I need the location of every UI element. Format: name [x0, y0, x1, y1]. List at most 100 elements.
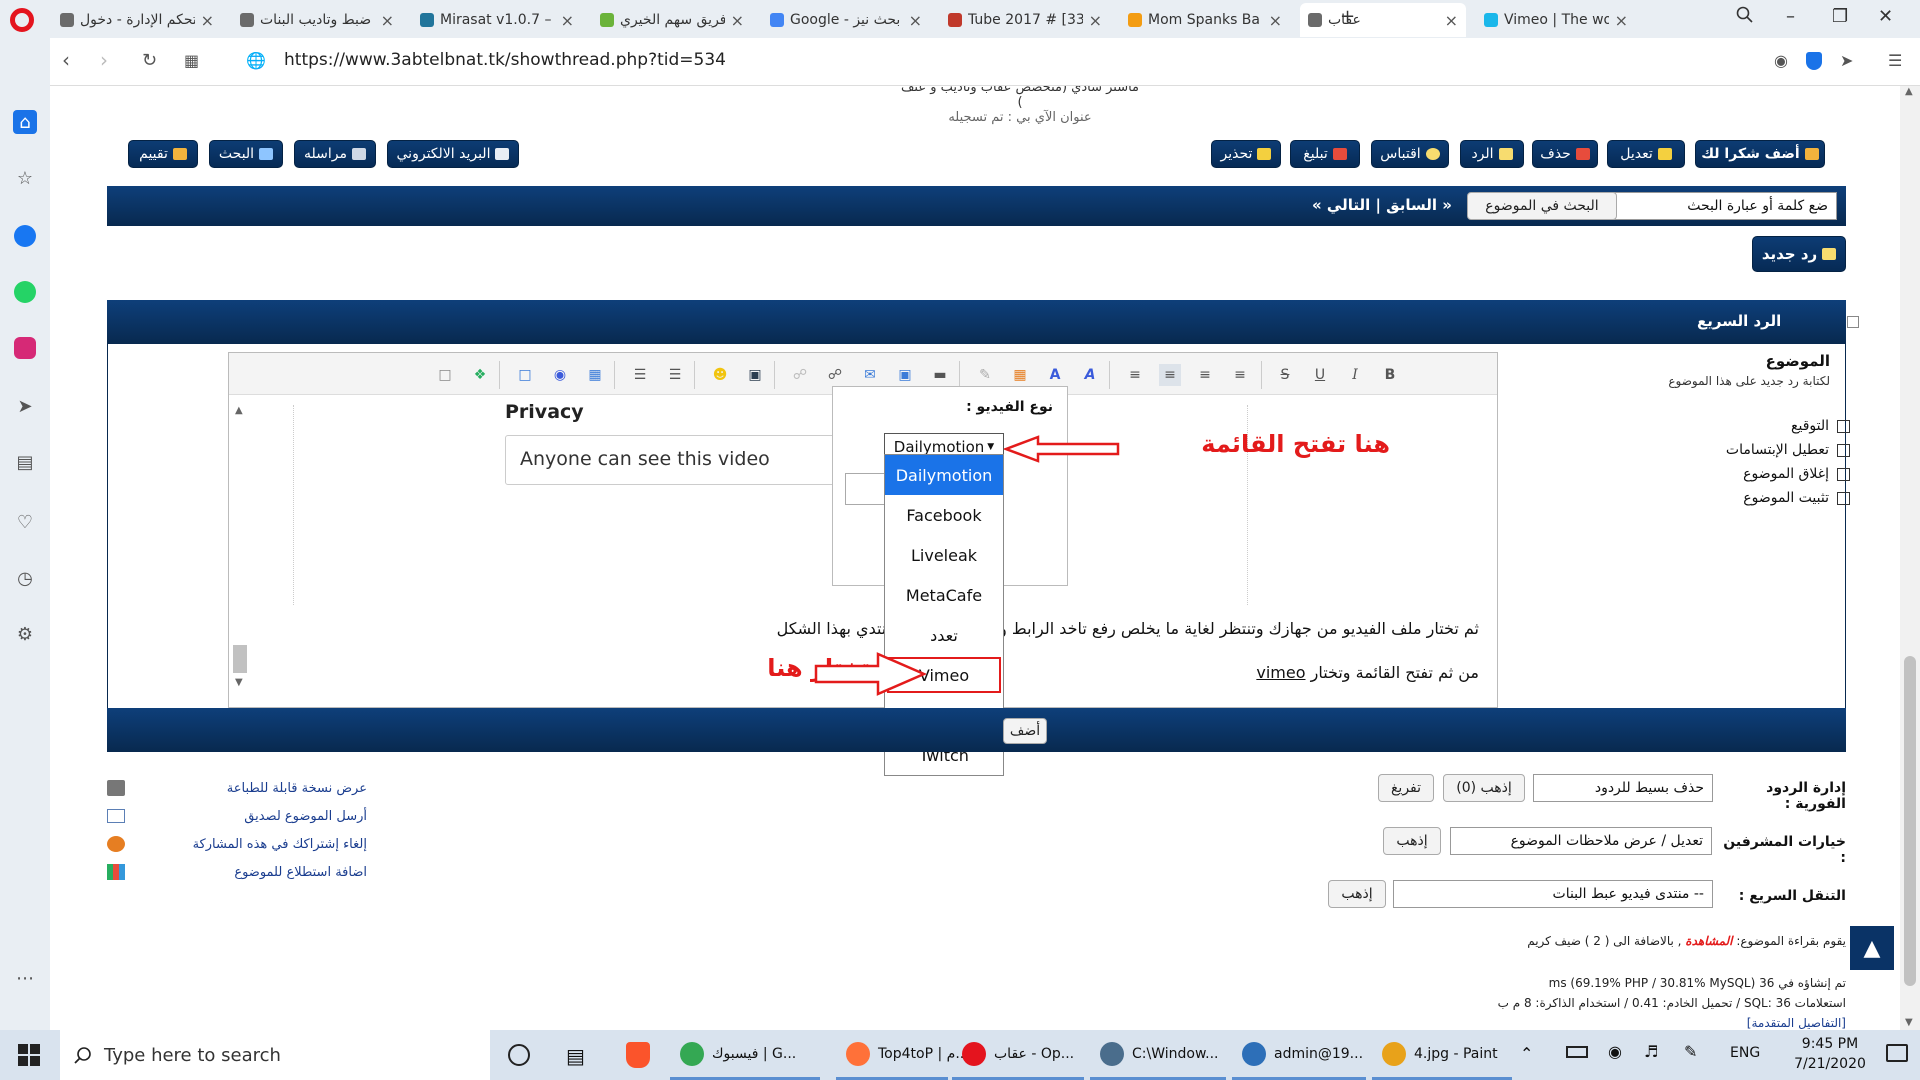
option-liveleak[interactable]: Liveleak — [885, 535, 1003, 575]
option-signature[interactable]: التوقيع — [1620, 414, 1850, 438]
rate-button[interactable]: تقييم — [128, 140, 198, 168]
pen-icon[interactable]: ✎ — [1684, 1042, 1697, 1061]
more-icon[interactable]: ⋯ — [13, 966, 37, 990]
shield-icon[interactable] — [1806, 51, 1822, 75]
tab-close-icon[interactable]: × — [1089, 11, 1102, 30]
email-button[interactable]: البريد الالكتروني — [387, 140, 519, 168]
tab-grid-icon[interactable]: ▦ — [184, 51, 199, 70]
site-info-icon[interactable]: 🌐 — [246, 51, 266, 70]
send-to-friend-link[interactable]: أرسل الموضوع لصديق — [107, 802, 367, 830]
php-icon[interactable]: ◉ — [549, 364, 571, 386]
message-button[interactable]: مراسله — [294, 140, 376, 168]
clear-button[interactable]: تفريغ — [1378, 774, 1434, 802]
tab-close-icon[interactable]: × — [731, 11, 744, 30]
whatsapp-icon[interactable] — [13, 280, 37, 304]
tab-close-icon[interactable]: × — [1445, 11, 1458, 30]
editor-scrollbar[interactable]: ▲ ▼ — [233, 405, 247, 695]
search-tabs-icon[interactable] — [1736, 6, 1754, 29]
instagram-icon[interactable] — [13, 336, 37, 360]
bullet-list-icon[interactable]: ☰ — [664, 364, 686, 386]
send-icon[interactable]: ➤ — [13, 394, 37, 418]
star-icon[interactable]: ☆ — [13, 166, 37, 190]
option-metacafe[interactable]: MetaCafe — [885, 575, 1003, 615]
video-icon[interactable]: ▣ — [744, 364, 766, 386]
page-scrollbar[interactable]: ▲ ▼ — [1900, 86, 1920, 1030]
underline-icon[interactable]: U — [1309, 364, 1331, 386]
prev-next-nav[interactable]: « السابق | التالي » — [1312, 196, 1452, 214]
reload-icon[interactable]: ↻ — [142, 50, 157, 71]
tab-close-icon[interactable]: × — [561, 11, 574, 30]
browser-tab[interactable]: لوحة تحكم الإدارة - دخول × — [52, 3, 222, 37]
option-disable-smilies[interactable]: تعطيل الإبتسامات — [1620, 438, 1850, 462]
align-left-icon[interactable]: ≡ — [1124, 364, 1146, 386]
new-tab-icon[interactable]: + — [1340, 6, 1355, 27]
unsubscribe-link[interactable]: إلغاء إشتراكك في هذه المشاركة — [107, 830, 367, 858]
share-icon[interactable]: ➤ — [1840, 51, 1853, 70]
taskbar-app[interactable]: فيسبوك | G... — [670, 1030, 820, 1080]
restore-icon[interactable]: ❐ — [1832, 6, 1848, 27]
clock[interactable]: 9:45 PM 7/21/2020 — [1790, 1034, 1870, 1074]
image-icon[interactable]: ▣ — [894, 364, 916, 386]
browser-tab[interactable]: Mirasat v1.0.7 – i × — [412, 3, 582, 37]
align-justify-icon[interactable]: ≡ — [1229, 364, 1251, 386]
back-icon[interactable]: ‹ — [62, 48, 70, 72]
warn-button[interactable]: تحذير — [1211, 140, 1281, 168]
option-close-thread[interactable]: إغلاق الموضوع — [1620, 462, 1850, 486]
color-palette-icon[interactable]: ▦ — [1009, 364, 1031, 386]
option-multiple[interactable]: تعدد — [885, 615, 1003, 655]
option-facebook[interactable]: Facebook — [885, 495, 1003, 535]
taskbar-app[interactable]: عقاب - Op... — [952, 1030, 1084, 1080]
taskbar-app[interactable]: 4.jpg - Paint — [1372, 1030, 1512, 1080]
close-window-icon[interactable]: ✕ — [1878, 6, 1893, 27]
edit-button[interactable]: تعديل — [1607, 140, 1685, 168]
add-poll-link[interactable]: اضافة استطلاع للموضوع — [107, 858, 367, 886]
quick-nav-go-button[interactable]: إذهب — [1328, 880, 1386, 908]
forward-icon[interactable]: › — [100, 48, 108, 72]
browser-tab[interactable]: ضبط وتاديب البنات × — [232, 3, 402, 37]
align-right-icon[interactable]: ≡ — [1159, 364, 1181, 386]
volume-icon[interactable]: ♬ — [1644, 1042, 1658, 1061]
thread-search-button[interactable]: البحث في الموضوع — [1467, 192, 1617, 220]
font-icon[interactable]: A — [1079, 364, 1101, 386]
report-button[interactable]: تبليغ — [1290, 140, 1360, 168]
maximize-icon[interactable]: ❖ — [469, 364, 491, 386]
email-link-icon[interactable]: ✉ — [859, 364, 881, 386]
browser-tab[interactable]: Mom Spanks Ba × — [1120, 3, 1290, 37]
quick-nav-select[interactable]: -- منتدى فيديو عبط البنات — [1393, 880, 1713, 908]
minimize-icon[interactable]: – — [1786, 6, 1795, 27]
battery-icon[interactable] — [1566, 1046, 1588, 1058]
reply-button[interactable]: الرد — [1460, 140, 1524, 168]
emoticon-icon[interactable]: ☻ — [709, 364, 731, 386]
vimeo-link[interactable]: vimeo — [1256, 663, 1305, 682]
back-to-top-icon[interactable]: ▲ — [1850, 926, 1894, 970]
printable-version-link[interactable]: عرض نسخة قابلة للطباعة — [107, 774, 367, 802]
align-center-icon[interactable]: ≡ — [1194, 364, 1216, 386]
home-icon[interactable]: ⌂ — [13, 110, 37, 134]
new-reply-button[interactable]: رد جديد — [1752, 236, 1846, 272]
browser-tab[interactable]: Vimeo | The wor × — [1476, 3, 1636, 37]
go-count-button[interactable]: إذهب (0) — [1443, 774, 1525, 802]
remove-format-icon[interactable]: ✎ — [974, 364, 996, 386]
unlink-icon[interactable]: ☍ — [789, 364, 811, 386]
cortana-icon[interactable] — [508, 1044, 530, 1066]
quick-reply-mgmt-select[interactable]: حذف بسيط للردود — [1533, 774, 1713, 802]
windows-start-icon[interactable] — [18, 1044, 40, 1066]
option-stick-thread[interactable]: تثبيت الموضوع — [1620, 486, 1850, 510]
tab-close-icon[interactable]: × — [909, 11, 922, 30]
history-icon[interactable]: ◷ — [13, 566, 37, 590]
taskbar-app[interactable]: admin@19... — [1232, 1030, 1366, 1080]
source-mode-icon[interactable]: □ — [434, 364, 456, 386]
taskbar-app[interactable]: Top4toP | م... — [836, 1030, 969, 1080]
tab-close-icon[interactable]: × — [381, 11, 394, 30]
horizontal-rule-icon[interactable]: ▬ — [929, 364, 951, 386]
advanced-details-link[interactable]: [التفاصيل المتقدمة] — [1140, 1016, 1846, 1030]
strikethrough-icon[interactable]: S — [1274, 364, 1296, 386]
collapse-icon[interactable] — [1847, 316, 1859, 328]
quote-icon[interactable]: □ — [514, 364, 536, 386]
tab-close-icon[interactable]: × — [201, 11, 214, 30]
browser-tab[interactable]: Tube 2017 # [33 × — [940, 3, 1110, 37]
add-reply-button[interactable]: أضف — [1003, 718, 1047, 744]
tab-close-icon[interactable]: × — [1615, 11, 1628, 30]
tab-close-icon[interactable]: × — [1269, 11, 1282, 30]
font-size-icon[interactable]: A — [1044, 364, 1066, 386]
